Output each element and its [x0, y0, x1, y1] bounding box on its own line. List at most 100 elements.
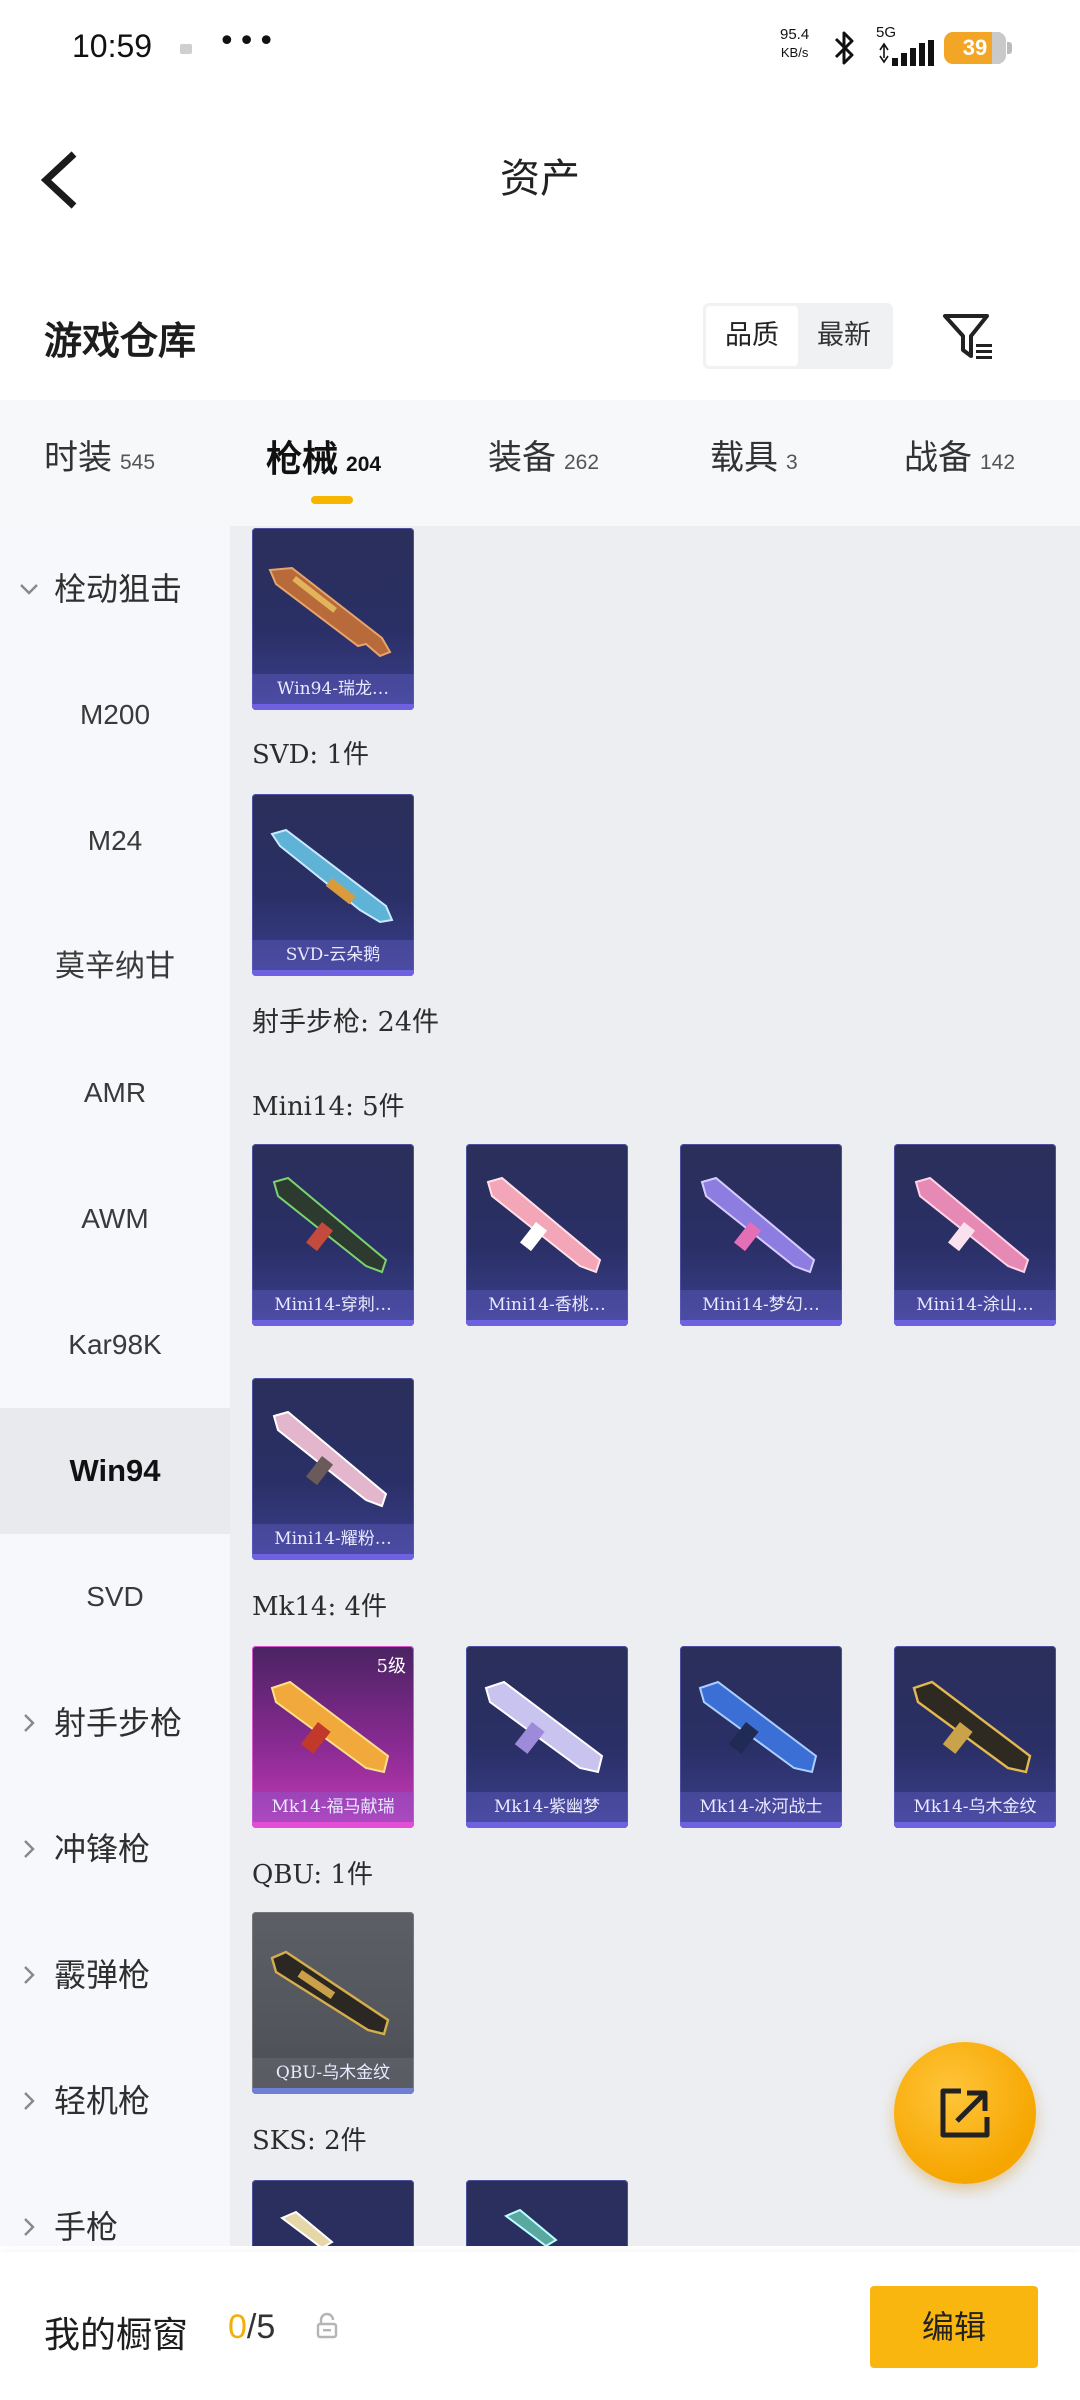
item-name: Mini14-耀粉… — [252, 1524, 414, 1554]
sidebar-group-bolt-action[interactable]: 栓动狙击 — [0, 526, 230, 652]
bluetooth-icon — [834, 31, 854, 65]
network-speed-value: 95.4 — [780, 26, 810, 43]
chevron-down-icon — [20, 584, 38, 595]
item-name: Mk14-福马献瑞 — [252, 1792, 414, 1822]
item-card[interactable]: Mini14-梦幻… — [680, 1144, 842, 1326]
sidebar-item-amr[interactable]: AMR — [0, 1030, 230, 1156]
rarity-bar — [252, 704, 414, 710]
sort-newest-button[interactable]: 最新 — [798, 306, 890, 366]
rifle-icon — [270, 828, 394, 924]
chevron-right-icon — [24, 1840, 35, 1858]
sidebar-group-smg[interactable]: 冲锋枪 — [0, 1786, 230, 1912]
edit-button[interactable]: 编辑 — [870, 2286, 1038, 2368]
status-bar: 10:59 ••• 95.4 KB/s 5G 39 — [0, 0, 1080, 96]
rifle-icon — [504, 2208, 558, 2246]
rifle-icon — [700, 1176, 816, 1274]
tab-label: 战备 — [904, 438, 972, 478]
section-label-svd: SVD: 1件 — [252, 740, 370, 770]
sidebar-group-label: 冲锋枪 — [54, 1830, 151, 1868]
sort-quality-button[interactable]: 品质 — [706, 306, 798, 366]
rarity-bar — [252, 970, 414, 976]
rifle-icon — [486, 1176, 602, 1274]
sidebar-item-awm[interactable]: AWM — [0, 1156, 230, 1282]
rarity-bar — [680, 1822, 842, 1828]
sidebar-item-m24[interactable]: M24 — [0, 778, 230, 904]
tab-label: 载具 — [710, 438, 778, 478]
showcase-label: 我的橱窗 — [44, 2315, 189, 2356]
sidebar-group-shotgun[interactable]: 霰弹枪 — [0, 1912, 230, 2038]
item-card[interactable] — [252, 2180, 414, 2246]
sidebar-item-kar98k[interactable]: Kar98K — [0, 1282, 230, 1408]
item-name: Mk14-紫幽梦 — [466, 1792, 628, 1822]
sort-toggle: 品质 最新 — [703, 303, 893, 369]
item-card[interactable]: Win94-瑞龙… — [252, 528, 414, 710]
rifle-icon — [270, 1680, 390, 1774]
filter-icon[interactable] — [940, 308, 996, 364]
rifle-icon — [270, 1950, 390, 2036]
showcase-total: /5 — [246, 2308, 276, 2346]
chevron-right-icon — [24, 2092, 35, 2110]
rarity-bar — [894, 1822, 1056, 1828]
item-card[interactable]: SVD-云朵鹅 — [252, 794, 414, 976]
rifle-icon — [272, 1176, 388, 1274]
rifle-icon — [268, 566, 392, 658]
rifle-icon — [280, 2210, 334, 2246]
rarity-bar — [252, 1822, 414, 1828]
network-speed: 95.4 KB/s — [780, 26, 809, 62]
item-card[interactable]: Mini14-耀粉… — [252, 1378, 414, 1560]
tab-count: 3 — [786, 451, 798, 474]
sidebar-item-win94[interactable]: Win94 — [0, 1408, 230, 1534]
rarity-bar — [466, 1320, 628, 1326]
item-card[interactable]: Mk14-紫幽梦 — [466, 1646, 628, 1828]
tab-label: 装备 — [488, 438, 556, 478]
item-card[interactable]: 5级 Mk14-福马献瑞 — [252, 1646, 414, 1828]
tab-firearms[interactable]: 枪械 204 — [266, 430, 381, 490]
sidebar-group-label: 手枪 — [54, 2208, 119, 2246]
sidebar-item-svd[interactable]: SVD — [0, 1534, 230, 1660]
sidebar-group-dmr[interactable]: 射手步枪 — [0, 1660, 230, 1786]
section-label-qbu: QBU: 1件 — [252, 1860, 373, 1890]
tab-equipment[interactable]: 装备 262 — [488, 430, 599, 490]
sidebar-group-label: 射手步枪 — [54, 1704, 183, 1742]
section-label-mini14: Mini14: 5件 — [252, 1092, 405, 1122]
network-speed-unit: KB/s — [780, 45, 809, 60]
sidebar-item-mosin[interactable]: 莫辛纳甘 — [0, 904, 230, 1030]
sidebar-group-lmg[interactable]: 轻机枪 — [0, 2038, 230, 2164]
lock-icon — [316, 2312, 338, 2339]
item-card[interactable]: Mini14-涂山… — [894, 1144, 1056, 1326]
sidebar-group-pistol[interactable]: 手枪 — [0, 2164, 230, 2246]
item-card[interactable]: QBU-乌木金纹 — [252, 1912, 414, 2094]
tab-fashion[interactable]: 时装 545 — [44, 430, 155, 490]
network-type: 5G — [876, 24, 897, 41]
notification-icon — [180, 44, 192, 54]
item-card[interactable] — [466, 2180, 628, 2246]
item-card[interactable]: Mk14-乌木金纹 — [894, 1646, 1056, 1828]
rifle-icon — [698, 1680, 818, 1774]
sidebar-group-label: 霰弹枪 — [54, 1956, 151, 1994]
tab-label: 时装 — [44, 438, 112, 478]
item-name: QBU-乌木金纹 — [252, 2058, 414, 2088]
chevron-right-icon — [24, 2218, 35, 2236]
active-tab-indicator — [311, 496, 353, 504]
share-export-icon — [940, 2088, 990, 2138]
sidebar-item-m200[interactable]: M200 — [0, 652, 230, 778]
rifle-icon — [912, 1680, 1032, 1774]
item-card[interactable]: Mk14-冰河战士 — [680, 1646, 842, 1828]
rarity-bar — [680, 1320, 842, 1326]
rarity-bar — [466, 1822, 628, 1828]
tab-supplies[interactable]: 战备 142 — [904, 430, 1015, 490]
weapon-type-sidebar: 栓动狙击 M200 M24 莫辛纳甘 AMR AWM Kar98K Win94 … — [0, 526, 230, 2246]
section-label-dmr: 射手步枪: 24件 — [252, 1007, 440, 1038]
tab-vehicles[interactable]: 载具 3 — [710, 430, 798, 490]
share-export-button[interactable] — [894, 2042, 1036, 2184]
status-time: 10:59 — [72, 28, 153, 64]
tab-count: 262 — [564, 451, 600, 474]
item-name: Mk14-冰河战士 — [680, 1792, 842, 1822]
rifle-icon — [272, 1410, 388, 1508]
rarity-bar — [252, 1554, 414, 1560]
battery-level: 39 — [962, 35, 988, 60]
item-card[interactable]: Mini14-香桃… — [466, 1144, 628, 1326]
tab-count: 545 — [120, 451, 156, 474]
item-card[interactable]: Mini14-穿刺… — [252, 1144, 414, 1326]
category-tabs: 时装 545 枪械 204 装备 262 载具 3 战备 142 — [0, 400, 1080, 526]
